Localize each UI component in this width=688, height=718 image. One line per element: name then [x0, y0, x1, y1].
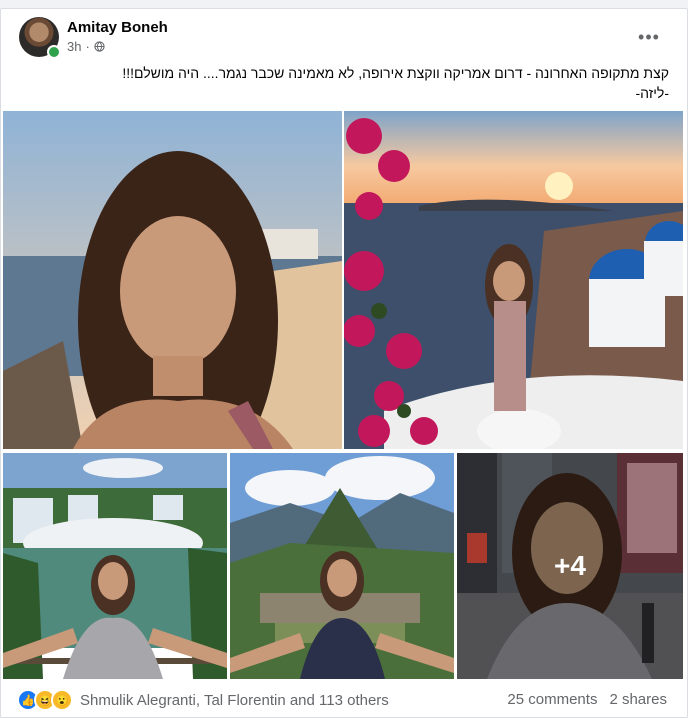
post-text: קצת מתקופה האחרונה - דרום אמריקה ווקצת א… — [49, 63, 669, 103]
city-street-photo[interactable]: +4 — [457, 453, 683, 679]
machu-picchu-photo[interactable] — [230, 453, 454, 679]
shares-count[interactable]: 2 shares — [609, 691, 667, 708]
engagement-counts: 25 comments 2 shares — [507, 691, 667, 708]
globe-icon — [94, 41, 105, 52]
wow-reaction-icon: 😮 — [51, 689, 73, 711]
post-signature: -ליזה- — [635, 85, 670, 101]
waterfall-photo[interactable] — [3, 453, 227, 679]
comments-count[interactable]: 25 comments — [507, 691, 597, 708]
post-meta: 3h · — [67, 39, 105, 54]
post-footer: 👍 😆 😮 Shmulik Alegranti, Tal Florentin a… — [1, 683, 687, 717]
post-card: Amitay Boneh 3h · ••• קצת מתקופה האחרונה… — [0, 8, 688, 718]
author-name[interactable]: Amitay Boneh — [67, 19, 168, 36]
more-options-icon[interactable]: ••• — [633, 21, 665, 53]
more-photos-overlay[interactable]: +4 — [457, 453, 683, 679]
photo-grid: +4 — [1, 111, 687, 679]
meta-separator: · — [85, 39, 90, 54]
online-status-icon — [47, 45, 61, 59]
post-header: Amitay Boneh 3h · ••• — [17, 13, 673, 59]
more-photos-count: +4 — [554, 550, 586, 581]
reaction-names[interactable]: Shmulik Alegranti, Tal Florentin and 113… — [80, 692, 389, 709]
post-text-line: קצת מתקופה האחרונה - דרום אמריקה ווקצת א… — [122, 65, 669, 81]
santorini-photo[interactable] — [344, 111, 683, 449]
post-time[interactable]: 3h — [67, 39, 81, 54]
beach-selfie-photo[interactable] — [3, 111, 342, 449]
reactions-summary[interactable]: 👍 😆 😮 Shmulik Alegranti, Tal Florentin a… — [17, 689, 389, 711]
